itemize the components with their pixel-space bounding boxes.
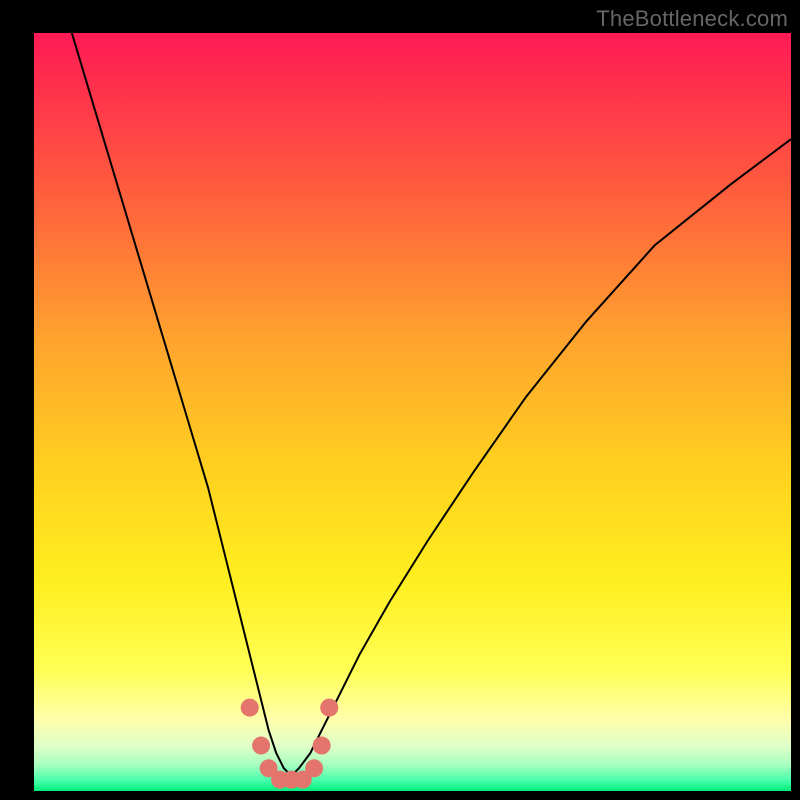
data-marker xyxy=(241,699,259,717)
data-marker xyxy=(320,699,338,717)
plot-area xyxy=(34,33,791,791)
data-marker xyxy=(305,759,323,777)
watermark-text: TheBottleneck.com xyxy=(596,6,788,32)
data-marker xyxy=(313,737,331,755)
data-marker xyxy=(252,737,270,755)
chart-frame: TheBottleneck.com xyxy=(0,0,800,800)
chart-canvas xyxy=(34,33,791,791)
gradient-background xyxy=(34,33,791,791)
